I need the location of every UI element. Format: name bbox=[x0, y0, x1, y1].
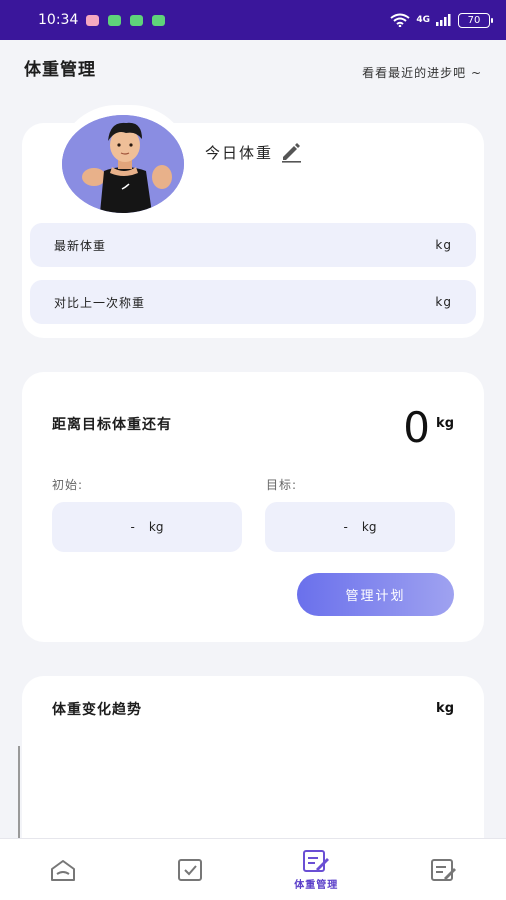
goal-remaining-value: 0 bbox=[403, 403, 430, 452]
start-weight-label: 初始: bbox=[52, 478, 84, 492]
tab-weight-management-label: 体重管理 bbox=[294, 879, 339, 891]
status-bar: 10:34 4G 70 bbox=[0, 0, 506, 40]
start-weight-field[interactable]: - kg bbox=[52, 502, 242, 552]
avatar[interactable] bbox=[62, 115, 184, 213]
today-weight-card: 今日体重 最新体重 kg 对比上一次称重 kg bbox=[22, 105, 484, 338]
start-weight-value: - bbox=[130, 520, 135, 534]
bottom-tab-bar: 体重管理 bbox=[0, 838, 506, 900]
pencil-icon[interactable] bbox=[279, 141, 303, 163]
avatar-image bbox=[62, 115, 184, 213]
tab-checkin[interactable] bbox=[127, 839, 254, 900]
goal-remaining-unit: kg bbox=[436, 416, 454, 431]
home-icon bbox=[51, 859, 76, 881]
goal-remaining-label: 距离目标体重还有 bbox=[52, 417, 172, 433]
wifi-icon bbox=[390, 13, 410, 27]
page-subtitle: 看看最近的进步吧 ~ bbox=[362, 65, 482, 80]
page-title: 体重管理 bbox=[24, 59, 96, 80]
notification-icon bbox=[86, 14, 100, 26]
latest-weight-unit: kg bbox=[435, 238, 452, 252]
page-header: 体重管理 看看最近的进步吧 ~ bbox=[0, 40, 506, 100]
network-type: 4G bbox=[416, 15, 430, 25]
message-icon bbox=[108, 14, 122, 26]
latest-weight-row: 最新体重 kg bbox=[30, 223, 476, 267]
today-weight-label[interactable]: 今日体重 bbox=[205, 141, 303, 163]
today-weight-text: 今日体重 bbox=[205, 143, 274, 162]
message-icon bbox=[130, 14, 144, 26]
target-weight-label: 目标: bbox=[266, 478, 298, 492]
compare-last-row: 对比上一次称重 kg bbox=[30, 280, 476, 324]
target-weight-field[interactable]: - kg bbox=[265, 502, 455, 552]
tab-notes[interactable] bbox=[380, 839, 506, 900]
start-weight-unit: kg bbox=[148, 520, 164, 534]
compare-last-unit: kg bbox=[435, 295, 452, 309]
message-icon bbox=[152, 14, 166, 26]
chart-axis-line bbox=[18, 746, 20, 840]
status-time: 10:34 bbox=[38, 12, 79, 28]
target-weight-value: - bbox=[343, 520, 348, 534]
checkbox-icon bbox=[177, 858, 202, 881]
battery-level: 70 bbox=[467, 14, 481, 26]
target-weight-unit: kg bbox=[361, 520, 377, 534]
tab-weight-management[interactable]: 体重管理 bbox=[253, 839, 380, 900]
goal-card: 距离目标体重还有 0 kg 初始: 目标: - kg - kg 管理计划 bbox=[22, 372, 484, 642]
signal-icon bbox=[436, 14, 451, 26]
tab-home[interactable] bbox=[0, 839, 127, 900]
edit-note-icon bbox=[303, 849, 330, 872]
note-edit-icon bbox=[430, 858, 456, 881]
latest-weight-label: 最新体重 bbox=[54, 238, 107, 253]
weight-trend-title: 体重变化趋势 bbox=[52, 702, 142, 718]
compare-last-label: 对比上一次称重 bbox=[54, 295, 146, 310]
battery-icon: 70 bbox=[458, 12, 493, 28]
manage-plan-button[interactable]: 管理计划 bbox=[297, 573, 454, 616]
weight-trend-unit: kg bbox=[436, 701, 454, 716]
